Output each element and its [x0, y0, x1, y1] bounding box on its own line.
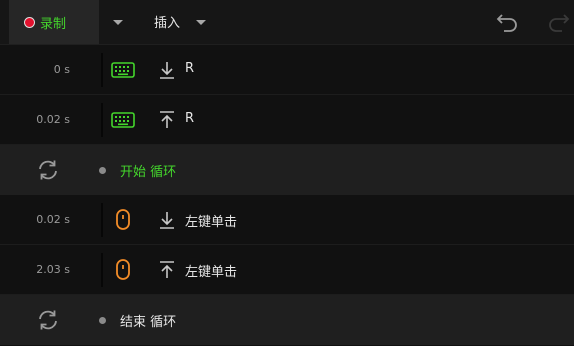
loop-bullet [99, 317, 106, 324]
event-time: 0.02 s [36, 213, 70, 226]
toolbar: 录制 插入 [0, 0, 574, 45]
event-label: 左键单击 [185, 215, 238, 230]
record-button[interactable]: 录制 [9, 0, 99, 44]
macro-event-row[interactable]: 0 s R [0, 45, 574, 95]
macro-event-list: 0 s R 0.02 s R 开始 循环 0.02 s 左键单击 2.03 s … [0, 45, 574, 345]
loop-label: 结束 循环 [120, 315, 177, 330]
button-up-arrow-icon [160, 261, 174, 278]
mouse-icon [116, 259, 130, 280]
macro-event-row[interactable]: 0.02 s 左键单击 [0, 195, 574, 245]
event-time: 2.03 s [36, 263, 70, 276]
loop-end-row[interactable]: 结束 循环 [0, 295, 574, 345]
keyboard-icon [111, 62, 135, 78]
insert-menu-button[interactable]: 插入 [154, 12, 180, 31]
loop-icon [39, 310, 57, 330]
event-label: R [185, 61, 195, 76]
macro-event-row[interactable]: 0.02 s R [0, 95, 574, 145]
mouse-icon [116, 209, 130, 230]
loop-icon [39, 160, 57, 180]
chevron-down-icon [113, 19, 123, 25]
button-down-arrow-icon [160, 212, 174, 229]
record-label: 录制 [40, 16, 67, 32]
loop-bullet [99, 167, 106, 174]
record-dropdown-button[interactable] [111, 16, 125, 28]
undo-icon[interactable] [495, 8, 521, 34]
event-time: 0.02 s [36, 113, 70, 126]
key-up-arrow-icon [160, 111, 174, 128]
key-down-arrow-icon [160, 62, 174, 79]
record-dot-icon [24, 16, 35, 28]
event-label: 左键单击 [185, 265, 238, 280]
keyboard-icon [111, 112, 135, 128]
loop-label: 开始 循环 [120, 165, 177, 180]
event-label: R [185, 111, 195, 126]
divider [101, 53, 103, 87]
loop-start-row[interactable]: 开始 循环 [0, 145, 574, 195]
macro-event-row[interactable]: 2.03 s 左键单击 [0, 245, 574, 295]
event-time: 0 s [53, 63, 70, 76]
chevron-down-icon [196, 19, 206, 25]
divider [101, 203, 103, 237]
redo-icon[interactable] [545, 8, 571, 34]
divider [101, 103, 103, 137]
divider [101, 253, 103, 287]
insert-dropdown-button[interactable] [194, 16, 208, 28]
